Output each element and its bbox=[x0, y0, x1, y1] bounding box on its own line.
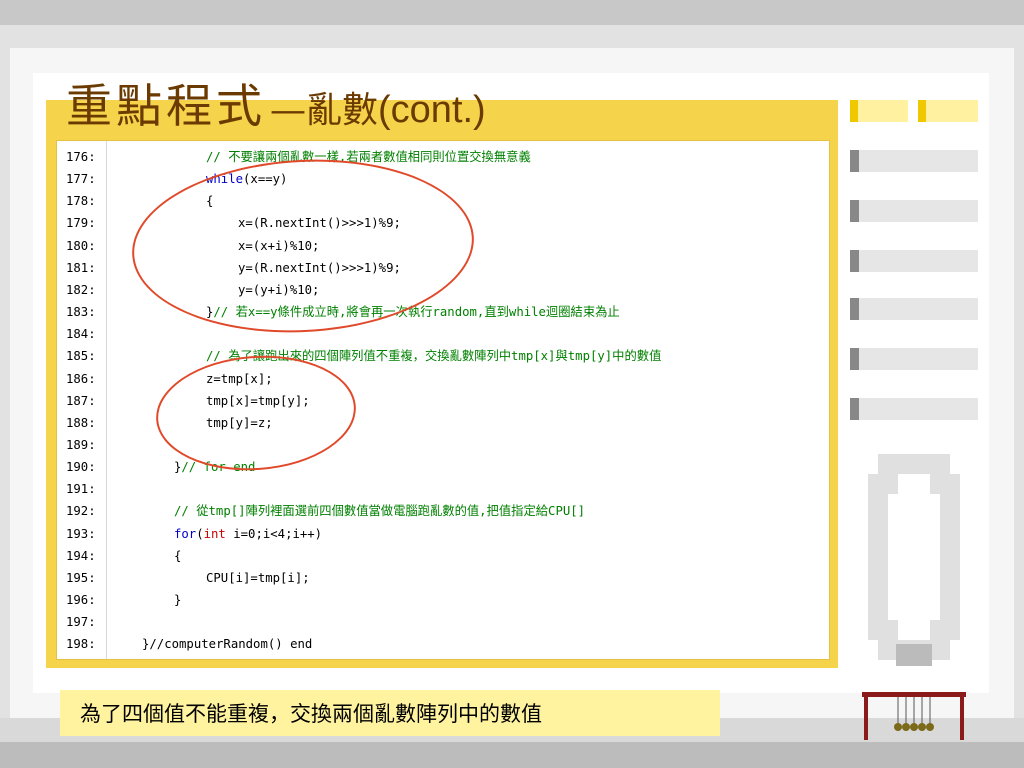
code-token: } bbox=[174, 593, 182, 607]
line-number: 195: bbox=[66, 570, 96, 585]
newtons-cradle-icon bbox=[862, 692, 966, 740]
line-number: 196: bbox=[66, 593, 96, 607]
caption-text: 為了四個值不能重複，交換兩個亂數陣列中的數值 bbox=[80, 702, 542, 726]
code-type: int bbox=[203, 526, 226, 541]
code-token: i=0;i<4;i++) bbox=[225, 526, 323, 541]
code-token: ( bbox=[196, 526, 204, 541]
code-text: } bbox=[174, 589, 181, 611]
line-number: 182: bbox=[66, 282, 96, 297]
code-text: { bbox=[174, 545, 181, 567]
line-number: 187: bbox=[66, 393, 96, 408]
title-latin: (cont.) bbox=[378, 89, 486, 131]
code-line: 187: tmp[x]=tmp[y]; bbox=[66, 390, 310, 412]
line-number: 184: bbox=[66, 327, 96, 342]
title-dash: —亂數 bbox=[270, 90, 379, 131]
line-number: 190: bbox=[66, 460, 96, 475]
line-number: 179: bbox=[66, 216, 96, 231]
code-token: { bbox=[174, 548, 182, 563]
pixel-oval-decoration bbox=[868, 454, 960, 666]
code-line: 194: { bbox=[66, 545, 181, 567]
line-number: 180: bbox=[66, 238, 96, 253]
code-line: 195: CPU[i]=tmp[i]; bbox=[66, 567, 310, 589]
line-number: 193: bbox=[66, 526, 96, 541]
line-number: 189: bbox=[66, 437, 96, 452]
line-number: 177: bbox=[66, 172, 96, 187]
code-line: 186: z=tmp[x]; bbox=[66, 368, 273, 390]
code-line: 193: for(int i=0;i<4;i++) bbox=[66, 523, 322, 545]
line-number: 176: bbox=[66, 150, 96, 164]
line-number: 188: bbox=[66, 415, 96, 430]
slide-title: 重點程式 —亂數 (cont.) bbox=[66, 70, 486, 133]
line-number: 197: bbox=[66, 615, 96, 630]
code-line: 190:}// for end bbox=[66, 456, 255, 478]
code-line: 184: bbox=[66, 323, 106, 345]
line-number: 178: bbox=[66, 194, 96, 209]
code-line: 181: y=(R.nextInt()>>>1)%9; bbox=[66, 257, 401, 279]
code-comment: // 不要讓兩個亂數一樣,若兩者數值相同則位置交換無意義 bbox=[206, 150, 531, 164]
code-line: 192: // 從tmp[]陣列裡面選前四個數值當做電腦跑亂數的值,把值指定給CP… bbox=[66, 500, 585, 522]
line-number: 194: bbox=[66, 548, 96, 563]
code-line: 188: tmp[y]=z; bbox=[66, 412, 273, 434]
code-token: }//computerRandom() end bbox=[142, 637, 313, 652]
line-number: 192: bbox=[66, 504, 96, 519]
line-number: 198: bbox=[66, 637, 96, 652]
line-number: 183: bbox=[66, 305, 96, 320]
line-number: 191: bbox=[66, 482, 96, 497]
code-text: // 從tmp[]陣列裡面選前四個數值當做電腦跑亂數的值,把值指定給CPU[] bbox=[174, 500, 585, 522]
slide-footer-band bbox=[0, 742, 1024, 768]
code-line: 189: bbox=[66, 434, 106, 456]
code-line: 182: y=(y+i)%10; bbox=[66, 279, 319, 301]
code-text: for(int i=0;i<4;i++) bbox=[174, 523, 322, 545]
code-token: CPU[i]=tmp[i]; bbox=[206, 570, 310, 585]
title-main: 重點程式 bbox=[66, 79, 266, 133]
code-text: CPU[i]=tmp[i]; bbox=[206, 567, 310, 589]
code-line: 179: x=(R.nextInt()>>>1)%9; bbox=[66, 212, 401, 234]
code-line: 191: bbox=[66, 478, 106, 500]
line-number: 185: bbox=[66, 349, 96, 364]
code-text: }//computerRandom() end bbox=[142, 633, 312, 655]
code-line: 197: bbox=[66, 611, 106, 633]
code-line: 180: x=(x+i)%10; bbox=[66, 235, 319, 257]
code-line: 183:}// 若x==y條件成立時,將會再一次執行random,直到while… bbox=[66, 301, 620, 323]
code-line: 198: }//computerRandom() end bbox=[66, 633, 312, 655]
line-number: 181: bbox=[66, 260, 96, 275]
code-line: 177: while(x==y) bbox=[66, 168, 287, 190]
code-line: 178:{ bbox=[66, 190, 213, 212]
code-line: 196:} bbox=[66, 589, 181, 611]
code-comment: // 從tmp[]陣列裡面選前四個數值當做電腦跑亂數的值,把值指定給CPU[] bbox=[174, 504, 586, 519]
line-number: 186: bbox=[66, 371, 96, 386]
code-line: 185:// 為了讓跑出來的四個陣列值不重複，交換亂數陣列中tmp[x]與tmp… bbox=[66, 345, 661, 367]
code-line: 176: // 不要讓兩個亂數一樣,若兩者數值相同則位置交換無意義 bbox=[66, 146, 531, 168]
code-keyword: for bbox=[174, 526, 197, 541]
